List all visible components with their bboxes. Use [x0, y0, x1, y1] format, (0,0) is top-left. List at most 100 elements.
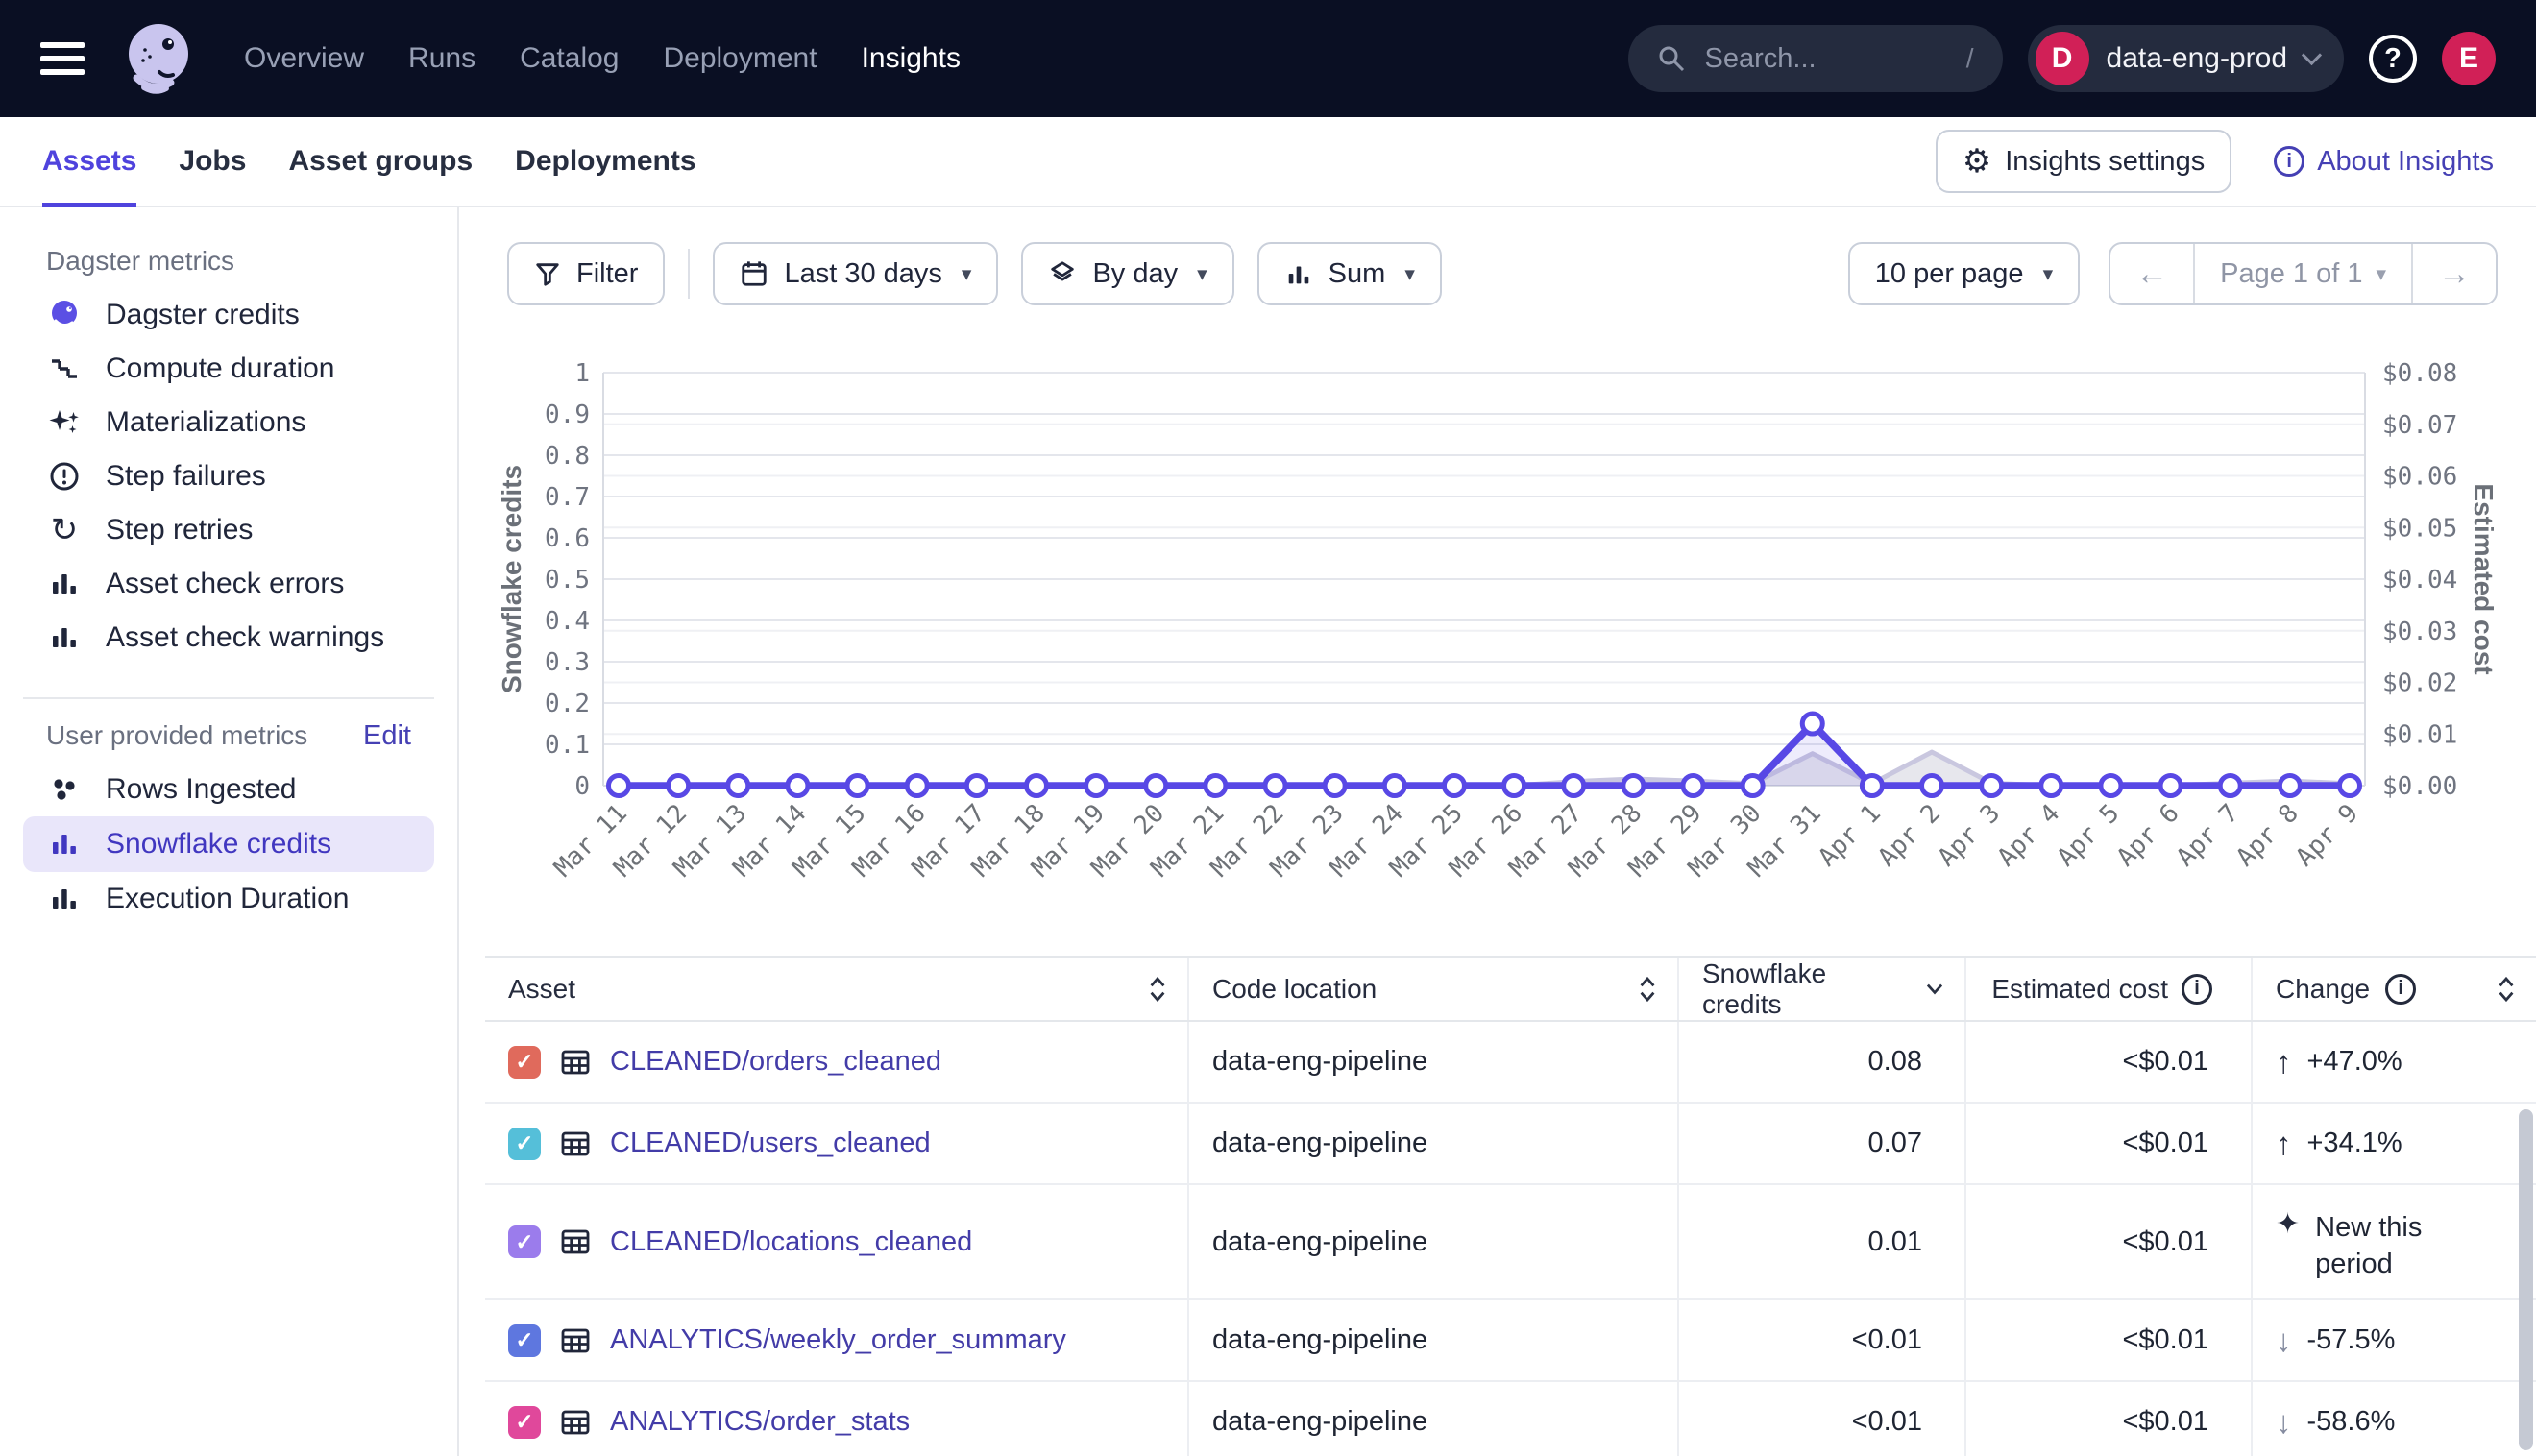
asset-link[interactable]: ANALYTICS/order_stats [610, 1406, 910, 1438]
asset-link[interactable]: CLEANED/locations_cleaned [610, 1226, 972, 1258]
nav-runs[interactable]: Runs [408, 42, 476, 75]
table-row: ✓ CLEANED/orders_cleaned data-eng-pipeli… [485, 1022, 2536, 1104]
bar-chart-icon [46, 828, 83, 861]
search-box[interactable]: / [1628, 25, 2003, 92]
bar-chart-icon [1284, 259, 1313, 288]
sort-icon[interactable] [1147, 975, 1168, 1004]
sidebar-item-snowflake-credits[interactable]: Snowflake credits [23, 816, 434, 872]
asset-link[interactable]: CLEANED/orders_cleaned [610, 1046, 941, 1078]
page-indicator[interactable]: Page 1 of 1▾ [2195, 244, 2411, 303]
about-insights-link[interactable]: i About Insights [2274, 146, 2494, 178]
edit-metrics-link[interactable]: Edit [363, 720, 411, 752]
row-checkbox[interactable]: ✓ [508, 1225, 541, 1258]
table-row: ✓ ANALYTICS/weekly_order_summary data-en… [485, 1300, 2536, 1382]
nav-catalog[interactable]: Catalog [520, 42, 619, 75]
column-header-asset[interactable]: Asset [485, 958, 1189, 1020]
info-icon[interactable]: i [2385, 974, 2416, 1005]
aggregation-button[interactable]: Sum▾ [1257, 242, 1442, 305]
table-asset-icon [559, 1225, 592, 1258]
cost-cell: <$0.01 [1966, 1022, 2253, 1102]
sort-icon[interactable] [1637, 975, 1658, 1004]
change-cell: ↑ ↓ ✦ New this period [2253, 1185, 2536, 1298]
nav-overview[interactable]: Overview [244, 42, 364, 75]
menu-icon[interactable] [40, 42, 85, 75]
svg-text:0.7: 0.7 [545, 483, 590, 512]
primary-nav: Overview Runs Catalog Deployment Insight… [244, 42, 961, 75]
sidebar-item-asset-check-warnings[interactable]: Asset check warnings [23, 611, 434, 665]
trend-down-icon: ↓ [2276, 1324, 2292, 1356]
caret-down-icon: ▾ [2043, 262, 2054, 286]
table-row: ✓ ANALYTICS/order_stats data-eng-pipelin… [485, 1382, 2536, 1456]
change-label: +47.0% [2307, 1044, 2402, 1080]
sidebar-item-materializations[interactable]: Materializations [23, 396, 434, 449]
sidebar-item-rows-ingested[interactable]: Rows Ingested [23, 763, 434, 816]
asset-link[interactable]: CLEANED/users_cleaned [610, 1128, 931, 1159]
svg-text:0.4: 0.4 [545, 607, 590, 636]
prev-page-button[interactable]: ← [2110, 244, 2193, 303]
next-page-button[interactable]: → [2413, 244, 2496, 303]
help-icon[interactable]: ? [2369, 35, 2417, 83]
table-asset-icon [559, 1128, 592, 1160]
deployment-switcher[interactable]: D data-eng-prod [2028, 25, 2344, 92]
svg-text:$0.06: $0.06 [2382, 463, 2457, 492]
table-row: ✓ CLEANED/locations_cleaned data-eng-pip… [485, 1185, 2536, 1300]
insights-tab-bar: Assets Jobs Asset groups Deployments ⚙ I… [0, 117, 2536, 207]
sort-desc-icon [1924, 982, 1945, 997]
svg-text:Apr 3: Apr 3 [1933, 799, 2007, 873]
tab-assets[interactable]: Assets [42, 117, 136, 206]
row-checkbox[interactable]: ✓ [508, 1406, 541, 1439]
cost-cell: <$0.01 [1966, 1104, 2253, 1183]
bar-chart-icon [46, 621, 83, 654]
svg-text:1: 1 [574, 359, 590, 388]
code-location-cell: data-eng-pipeline [1189, 1185, 1679, 1298]
table-header: Asset Code location Snowflake credits Es… [485, 958, 2536, 1022]
scrollbar-thumb[interactable] [2519, 1109, 2533, 1450]
per-page-button[interactable]: 10 per page▾ [1848, 242, 2080, 305]
bar-chart-icon [46, 883, 83, 915]
sidebar-item-step-retries[interactable]: ↻ Step retries [23, 503, 434, 557]
row-checkbox[interactable]: ✓ [508, 1046, 541, 1079]
column-header-snowflake-credits[interactable]: Snowflake credits [1679, 958, 1966, 1020]
deployment-badge: D [2036, 32, 2089, 85]
info-icon[interactable]: i [2182, 974, 2212, 1005]
sidebar-item-step-failures[interactable]: Step failures [23, 449, 434, 503]
change-label: -58.6% [2307, 1404, 2396, 1441]
column-header-code-location[interactable]: Code location [1189, 958, 1679, 1020]
date-range-button[interactable]: Last 30 days▾ [713, 242, 998, 305]
info-icon: i [2274, 146, 2304, 177]
sort-icon[interactable] [2496, 975, 2517, 1004]
row-checkbox[interactable]: ✓ [508, 1324, 541, 1357]
credits-cell: 0.01 [1679, 1185, 1966, 1298]
sidebar-item-dagster-credits[interactable]: Dagster credits [23, 288, 434, 342]
sidebar-item-compute-duration[interactable]: Compute duration [23, 342, 434, 396]
code-location-cell: data-eng-pipeline [1189, 1300, 1679, 1380]
granularity-button[interactable]: By day▾ [1021, 242, 1233, 305]
search-input[interactable] [1705, 43, 1947, 75]
tab-asset-groups[interactable]: Asset groups [288, 117, 473, 206]
change-label: -57.5% [2307, 1323, 2396, 1359]
insights-settings-button[interactable]: ⚙ Insights settings [1936, 130, 2231, 193]
column-header-change[interactable]: Change i [2253, 958, 2536, 1020]
filter-button[interactable]: Filter [507, 242, 665, 305]
sidebar-item-execution-duration[interactable]: Execution Duration [23, 872, 434, 926]
asset-link[interactable]: ANALYTICS/weekly_order_summary [610, 1324, 1066, 1356]
nav-insights[interactable]: Insights [862, 42, 961, 75]
assets-table: Asset Code location Snowflake credits Es… [485, 956, 2536, 1456]
avatar[interactable]: E [2442, 32, 2496, 85]
dagster-logo-icon[interactable] [117, 18, 198, 99]
nav-deployment[interactable]: Deployment [663, 42, 817, 75]
sidebar-item-asset-check-errors[interactable]: Asset check errors [23, 557, 434, 611]
change-cell: ↑ ↓ ✦ +34.1% [2253, 1104, 2536, 1183]
table-row: ✓ CLEANED/users_cleaned data-eng-pipelin… [485, 1104, 2536, 1185]
tab-jobs[interactable]: Jobs [179, 117, 246, 206]
column-header-estimated-cost[interactable]: Estimated cost i [1966, 958, 2253, 1020]
svg-text:0.8: 0.8 [545, 442, 590, 471]
sidebar-divider [23, 697, 434, 699]
svg-text:$0.02: $0.02 [2382, 669, 2457, 698]
change-cell: ↑ ↓ ✦ +47.0% [2253, 1022, 2536, 1102]
tab-deployments[interactable]: Deployments [515, 117, 695, 206]
insights-chart-svg: $0.08$0.07$0.06$0.05$0.04$0.03$0.02$0.01… [459, 346, 2536, 951]
row-checkbox[interactable]: ✓ [508, 1128, 541, 1160]
caret-down-icon: ▾ [1197, 262, 1207, 286]
svg-text:Apr 2: Apr 2 [1872, 799, 1946, 873]
